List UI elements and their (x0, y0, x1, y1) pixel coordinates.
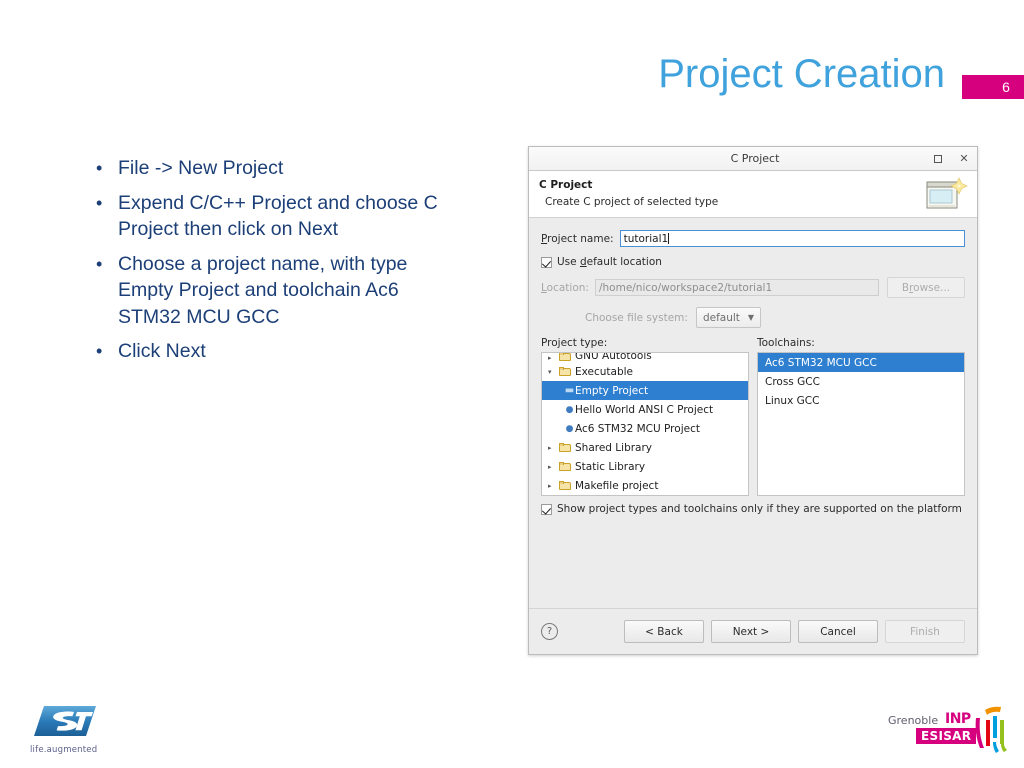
chevron-right-icon: ▸ (548, 443, 552, 452)
tree-item-static-library[interactable]: ▸ Static Library (542, 457, 748, 476)
location-input[interactable]: /home/nico/workspace2/tutorial1 (594, 279, 879, 296)
inp-colored-bars-icon (975, 706, 1007, 753)
list-item: • File -> New Project (96, 155, 446, 182)
tree-item-label: Ac6 STM32 MCU Project (575, 422, 700, 435)
tree-item-label: Empty Project (575, 384, 649, 397)
file-system-label: Choose file system: (585, 311, 688, 324)
toolchains-label: Toolchains: (757, 337, 815, 349)
esisar-text: ESISAR (916, 728, 977, 744)
folder-icon (559, 366, 572, 377)
tree-item-hello-world-ansi-c-project[interactable]: ● Hello World ANSI C Project (542, 400, 748, 419)
page-number-badge: 6 (962, 75, 1024, 99)
bullet-marker: • (96, 158, 103, 178)
tree-item-label: Static Library (575, 460, 646, 473)
st-logo-icon (34, 706, 96, 736)
folder-icon (559, 480, 572, 491)
show-supported-label: Show project types and toolchains only i… (557, 503, 962, 515)
file-system-value: default (702, 311, 740, 324)
bullet-text: File -> New Project (118, 157, 284, 179)
st-logo: life.augmented (30, 703, 122, 755)
browse-button[interactable]: Browse... (887, 277, 965, 298)
tree-item-label: GNU Autotools (575, 353, 652, 362)
show-supported-checkbox[interactable] (541, 503, 552, 515)
grenoble-inp-esisar-logo: Grenoble INP ESISAR (888, 702, 1008, 758)
c-project-dialog: C Project ✕ C Project Create C project o… (528, 146, 978, 655)
chevron-right-icon: ▸ (548, 481, 552, 490)
bullet-list: • File -> New Project • Expend C/C++ Pro… (96, 155, 446, 373)
bullet-marker: • (96, 253, 103, 274)
folder-icon (559, 442, 572, 453)
tree-item-empty-project[interactable]: ▬ Empty Project (542, 381, 748, 400)
page-title: Project Creation (658, 52, 945, 96)
project-type-column: Project type: ▸ GNU Autotools ▾ Executab… (541, 337, 749, 496)
help-icon[interactable]: ? (541, 623, 558, 640)
new-c-project-wizard-icon (926, 177, 968, 209)
toolchain-item-linux-gcc[interactable]: Linux GCC (758, 391, 964, 410)
tree-item-label: Shared Library (575, 441, 653, 454)
file-system-select[interactable]: default ▼ (695, 307, 762, 328)
list-item: • Expend C/C++ Project and choose C Proj… (96, 190, 446, 243)
project-name-value: tutorial1 (623, 233, 669, 245)
bullet-marker: • (96, 341, 103, 361)
list-item: • Choose a project name, with type Empty… (96, 251, 446, 331)
close-icon[interactable]: ✕ (951, 147, 977, 170)
text-caret (668, 233, 670, 244)
dialog-title: C Project (730, 152, 780, 165)
bullet-dot-icon: ● (565, 404, 574, 415)
tree-item-label: Executable (575, 365, 634, 378)
type-and-toolchain-columns: Project type: ▸ GNU Autotools ▾ Executab… (541, 337, 965, 496)
toolchain-item-ac6-stm32-mcu-gcc[interactable]: Ac6 STM32 MCU GCC (758, 353, 964, 372)
tree-item-label: Hello World ANSI C Project (575, 403, 714, 416)
project-name-input[interactable]: tutorial1 (619, 230, 965, 247)
location-row: Location: /home/nico/workspace2/tutorial… (541, 277, 965, 298)
cancel-button[interactable]: Cancel (798, 620, 878, 643)
list-item: • Click Next (96, 338, 446, 365)
project-name-row: Project name: tutorial1 (541, 230, 965, 247)
chevron-down-icon: ▾ (548, 367, 552, 376)
maximize-icon[interactable] (925, 147, 951, 170)
next-button[interactable]: Next > (711, 620, 791, 643)
finish-button: Finish (885, 620, 965, 643)
chevron-right-icon: ▸ (548, 462, 552, 471)
show-supported-row[interactable]: Show project types and toolchains only i… (541, 503, 965, 515)
dialog-body: Project name: tutorial1 Use default loca… (529, 218, 977, 515)
dash-icon: ▬ (564, 385, 575, 396)
project-type-tree[interactable]: ▸ GNU Autotools ▾ Executable ▬ Empty Pro… (541, 352, 749, 496)
project-type-label: Project type: (541, 337, 608, 349)
bullet-text: Choose a project name, with type Empty P… (118, 252, 408, 328)
tree-item-ac6-stm32-mcu-project[interactable]: ● Ac6 STM32 MCU Project (542, 419, 748, 438)
toolchains-list[interactable]: Ac6 STM32 MCU GCC Cross GCC Linux GCC (757, 352, 965, 496)
dialog-footer: ? < Back Next > Cancel Finish (529, 608, 977, 654)
dialog-buttons: < Back Next > Cancel Finish (624, 620, 965, 643)
toolchain-item-cross-gcc[interactable]: Cross GCC (758, 372, 964, 391)
dialog-titlebar: C Project ✕ (529, 147, 977, 171)
dialog-header: C Project Create C project of selected t… (529, 171, 977, 218)
chevron-down-icon: ▼ (747, 313, 755, 322)
file-system-row: Choose file system: default ▼ (541, 307, 965, 328)
tree-item-label: Makefile project (575, 479, 659, 492)
tree-item-executable[interactable]: ▾ Executable (542, 362, 748, 381)
folder-icon (559, 461, 572, 472)
use-default-location-checkbox[interactable] (541, 256, 552, 268)
inp-grenoble-text: Grenoble (888, 714, 939, 727)
use-default-location-label: Use default location (557, 256, 662, 268)
st-logo-tagline: life.augmented (30, 745, 98, 755)
back-button[interactable]: < Back (624, 620, 704, 643)
tree-item-shared-library[interactable]: ▸ Shared Library (542, 438, 748, 457)
use-default-location-row[interactable]: Use default location (541, 256, 965, 268)
chevron-right-icon: ▸ (548, 354, 552, 362)
inp-text: INP (945, 711, 971, 727)
tree-item-gnu-autotools[interactable]: ▸ GNU Autotools (542, 353, 748, 362)
bullet-marker: • (96, 192, 103, 213)
tree-item-makefile-project[interactable]: ▸ Makefile project (542, 476, 748, 495)
folder-icon (559, 353, 572, 362)
bullet-dot-icon: ● (565, 423, 574, 434)
bullet-text: Click Next (118, 340, 206, 362)
toolchains-column: Toolchains: Ac6 STM32 MCU GCC Cross GCC … (757, 337, 965, 496)
wizard-heading: C Project (539, 179, 593, 191)
project-name-label: Project name: (541, 232, 614, 245)
wizard-subheading: Create C project of selected type (545, 196, 719, 208)
location-label: Location: (541, 281, 589, 294)
bullet-text: Expend C/C++ Project and choose C Projec… (118, 191, 438, 241)
